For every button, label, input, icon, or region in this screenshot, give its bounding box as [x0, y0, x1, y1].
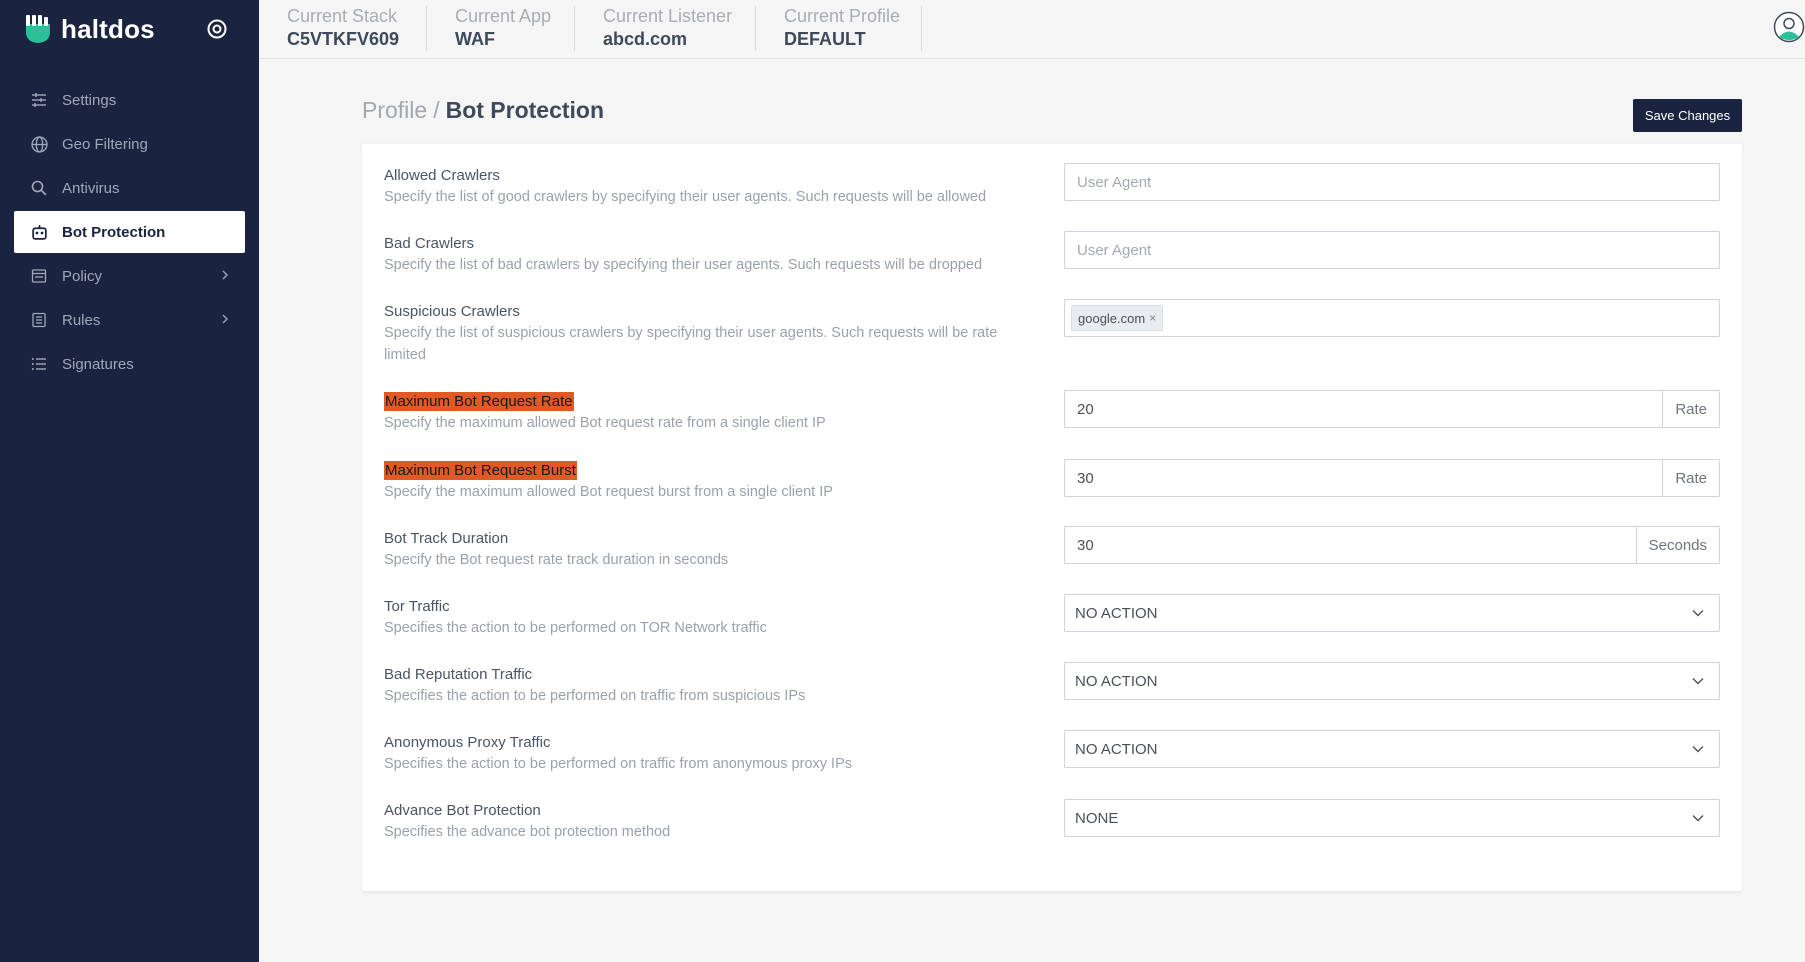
current-app-label: Current App: [455, 6, 552, 26]
suspicious-crawlers-tag-input[interactable]: google.com ×: [1064, 299, 1720, 337]
sidebar-item-geo-filtering[interactable]: Geo Filtering: [14, 123, 245, 165]
list-icon: [30, 355, 48, 373]
bad-crawlers-input-wrapper: [1064, 231, 1720, 269]
sidebar-item-bot-protection[interactable]: Bot Protection: [14, 211, 245, 253]
sidebar-nav: Settings Geo Filtering Antivirus Bot Pro…: [0, 79, 259, 385]
max-bot-request-burst-input-group: Rate: [1064, 459, 1720, 497]
tag-remove-icon[interactable]: ×: [1149, 311, 1156, 325]
globe-icon: [30, 135, 48, 153]
rate-unit-addon: Rate: [1662, 391, 1719, 427]
anonymous-proxy-traffic-desc: Specifies the action to be performed on …: [384, 756, 852, 772]
sidebar-item-label: Policy: [62, 267, 103, 285]
sidebar-item-policy[interactable]: Policy: [14, 255, 245, 297]
bot-track-duration-title: Bot Track Duration: [384, 530, 509, 547]
advance-bot-protection-select[interactable]: NONE: [1064, 799, 1720, 837]
current-profile[interactable]: Current Profile DEFAULT: [756, 6, 922, 51]
brand-name: haltdos: [61, 13, 155, 44]
allowed-crawlers-desc: Specify the list of good crawlers by spe…: [384, 189, 987, 205]
allowed-crawlers-input[interactable]: [1065, 164, 1719, 200]
max-bot-request-rate-input[interactable]: [1065, 391, 1663, 427]
max-bot-request-rate-title: Maximum Bot Request Rate: [384, 392, 574, 411]
allowed-crawlers-input-wrapper: [1064, 163, 1720, 201]
advance-bot-protection-title: Advance Bot Protection: [384, 802, 541, 819]
chevron-down-icon: [1692, 610, 1704, 617]
chevron-down-icon: [1692, 815, 1704, 822]
advance-bot-protection-selected: NONE: [1075, 809, 1119, 827]
bot-track-duration-desc: Specify the Bot request rate track durat…: [384, 552, 729, 568]
tor-traffic-title: Tor Traffic: [384, 598, 450, 615]
chevron-right-icon: [222, 314, 228, 324]
breadcrumb-separator: /: [433, 97, 440, 123]
anonymous-proxy-traffic-title: Anonymous Proxy Traffic: [384, 734, 551, 751]
allowed-crawlers-title: Allowed Crawlers: [384, 167, 500, 184]
chevron-down-icon: [1692, 678, 1704, 685]
current-listener-label: Current Listener: [603, 6, 733, 26]
max-bot-request-rate-desc: Specify the maximum allowed Bot request …: [384, 415, 826, 431]
sidebar-item-antivirus[interactable]: Antivirus: [14, 167, 245, 209]
current-listener-value: abcd.com: [603, 29, 688, 49]
current-listener[interactable]: Current Listener abcd.com: [575, 6, 756, 51]
current-profile-value: DEFAULT: [784, 29, 866, 49]
sidebar-item-label: Rules: [62, 311, 101, 329]
sidebar-item-label: Signatures: [62, 355, 134, 373]
current-profile-label: Current Profile: [784, 6, 901, 26]
haltdos-logo-icon: [26, 15, 50, 43]
max-bot-request-burst-title: Maximum Bot Request Burst: [384, 461, 577, 480]
max-bot-request-burst-input[interactable]: [1065, 460, 1663, 496]
bot-track-duration-input-group: Seconds: [1064, 526, 1720, 564]
bad-crawlers-input[interactable]: [1065, 232, 1719, 268]
search-icon: [30, 179, 48, 197]
sidebar: haltdos Settings Geo Filtering Antivirus: [0, 0, 259, 962]
current-app-value: WAF: [455, 29, 495, 49]
seconds-unit-addon: Seconds: [1635, 527, 1719, 563]
bot-protection-settings-card: Allowed Crawlers Specify the list of goo…: [362, 144, 1742, 891]
suspicious-crawlers-title: Suspicious Crawlers: [384, 303, 520, 320]
page-title: Bot Protection: [445, 97, 605, 123]
bad-reputation-traffic-selected: NO ACTION: [1075, 672, 1158, 690]
sliders-icon: [30, 91, 48, 109]
current-app[interactable]: Current App WAF: [427, 6, 575, 51]
sidebar-item-label: Settings: [62, 91, 117, 109]
sidebar-item-settings[interactable]: Settings: [14, 79, 245, 121]
crawler-tag-label: google.com: [1078, 310, 1146, 326]
breadcrumb: Profile / Bot Protection: [362, 97, 604, 124]
advance-bot-protection-desc: Specifies the advance bot protection met…: [384, 824, 671, 840]
current-stack[interactable]: Current Stack C5VTKFV609: [259, 6, 427, 51]
save-changes-button[interactable]: Save Changes: [1633, 99, 1742, 132]
rate-unit-addon: Rate: [1662, 460, 1719, 496]
tor-traffic-selected: NO ACTION: [1075, 604, 1158, 622]
suspicious-crawlers-input[interactable]: [1163, 300, 1719, 336]
sidebar-item-signatures[interactable]: Signatures: [14, 343, 245, 385]
sidebar-item-label: Antivirus: [62, 179, 120, 197]
anonymous-proxy-traffic-select[interactable]: NO ACTION: [1064, 730, 1720, 768]
bad-reputation-traffic-title: Bad Reputation Traffic: [384, 666, 533, 683]
sidebar-item-rules[interactable]: Rules: [14, 299, 245, 341]
max-bot-request-rate-input-group: Rate: [1064, 390, 1720, 428]
suspicious-crawlers-desc: Specify the list of suspicious crawlers …: [384, 325, 998, 363]
context-header: Current Stack C5VTKFV609 Current App WAF…: [259, 0, 1805, 59]
current-stack-value: C5VTKFV609: [287, 29, 400, 49]
chevron-right-icon: [222, 270, 228, 280]
tor-traffic-desc: Specifies the action to be performed on …: [384, 620, 767, 636]
bad-crawlers-desc: Specify the list of bad crawlers by spec…: [384, 257, 983, 273]
robot-icon: [30, 223, 48, 241]
bad-reputation-traffic-select[interactable]: NO ACTION: [1064, 662, 1720, 700]
rules-icon: [30, 311, 48, 329]
tor-traffic-select[interactable]: NO ACTION: [1064, 594, 1720, 632]
max-bot-request-burst-desc: Specify the maximum allowed Bot request …: [384, 484, 833, 500]
crawler-tag: google.com ×: [1071, 305, 1164, 331]
sidebar-item-label: Geo Filtering: [62, 135, 148, 153]
current-stack-label: Current Stack: [287, 6, 398, 26]
bad-reputation-traffic-desc: Specifies the action to be performed on …: [384, 688, 806, 704]
user-avatar-icon[interactable]: [1773, 11, 1805, 43]
anonymous-proxy-traffic-selected: NO ACTION: [1075, 740, 1158, 758]
breadcrumb-root[interactable]: Profile: [362, 97, 427, 123]
policy-icon: [30, 267, 48, 285]
bot-track-duration-input[interactable]: [1065, 527, 1636, 563]
sidebar-toggle-icon[interactable]: [206, 18, 228, 40]
chevron-down-icon: [1692, 746, 1704, 753]
sidebar-item-label: Bot Protection: [62, 223, 166, 241]
bad-crawlers-title: Bad Crawlers: [384, 235, 475, 252]
